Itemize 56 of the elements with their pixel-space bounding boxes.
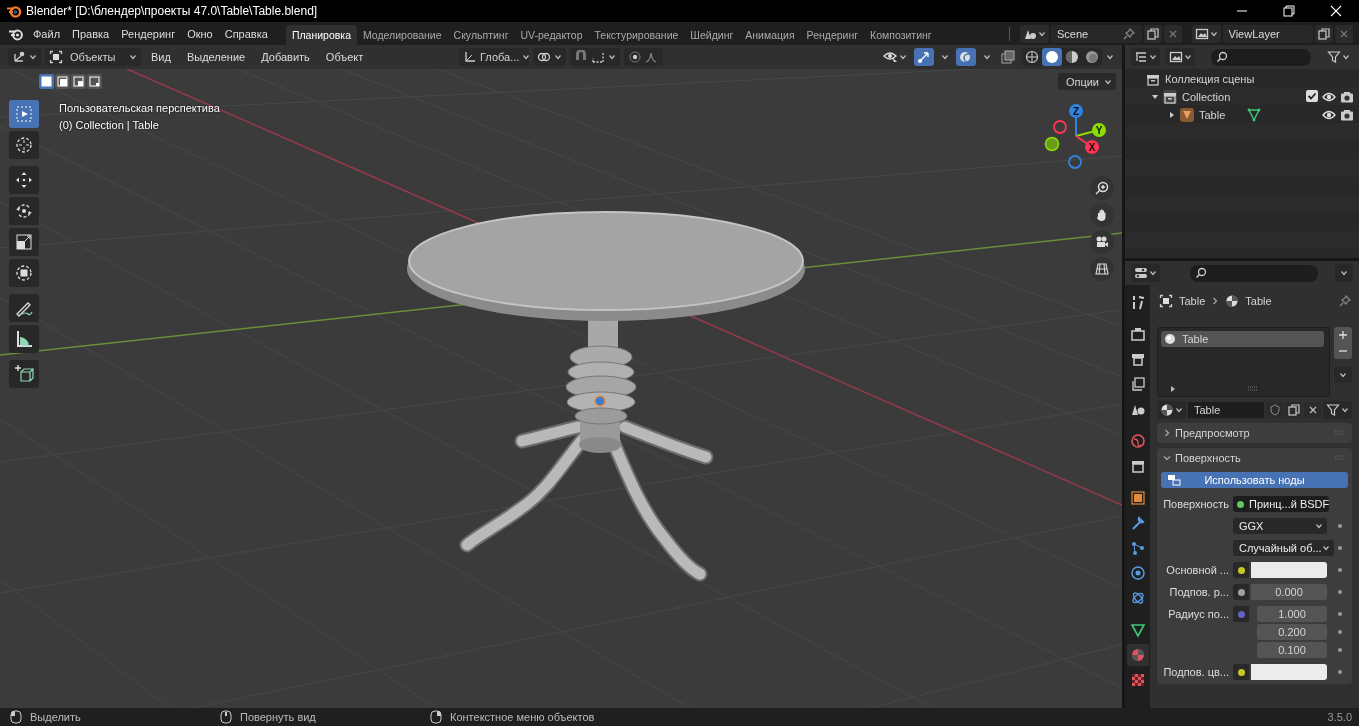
scene-field[interactable]: Scene (1051, 24, 1142, 43)
status-hint: Контекстное меню объектов (450, 711, 595, 723)
workspace-tab[interactable]: Анимация (739, 25, 801, 45)
property-label: Радиус по... (1167, 607, 1229, 622)
workspace-tab[interactable]: Скульптинг (447, 25, 515, 45)
view-name: Пользовательская перспектива (59, 101, 220, 116)
axis-label: Y (1095, 124, 1103, 136)
number-field[interactable]: 0.200 (1257, 624, 1327, 640)
menu-item[interactable]: Рендеринг (115, 23, 182, 44)
material-slot[interactable]: Table (1161, 331, 1324, 347)
tree-item[interactable]: Коллекция сцены (1165, 73, 1255, 85)
workspace-tab[interactable]: UV-редактор (514, 25, 589, 45)
tree-item[interactable]: Collection (1182, 91, 1231, 103)
window-title: Blender* [D:\блендер\проекты 47.0\Table\Table.blend] (26, 4, 318, 18)
dropdown[interactable]: GGX (1233, 518, 1327, 534)
navigation-gizmo[interactable]: Z Y X (1036, 96, 1116, 176)
breadcrumb-item[interactable]: Table (1179, 295, 1206, 307)
context-info: (0) Collection | Table (59, 118, 160, 133)
property-label: Подпов. р... (1168, 585, 1229, 600)
menu-item[interactable]: Справка (218, 23, 274, 44)
status-hint: Повернуть вид (240, 711, 316, 723)
material-name-field[interactable]: Table (1188, 402, 1265, 418)
workspace-tab[interactable]: Моделирование (357, 25, 448, 45)
axis-label: Z (1072, 105, 1080, 117)
options-dropdown[interactable]: Опции (1057, 73, 1116, 90)
number-field[interactable]: 1.000 (1257, 606, 1327, 622)
number-field[interactable]: 0.100 (1257, 642, 1327, 658)
workspace-tab[interactable]: Рендеринг (800, 25, 865, 45)
panel-header[interactable]: Поверхность (1157, 448, 1352, 468)
menu-item[interactable]: Файл (27, 23, 67, 44)
header-menu[interactable]: Добавить (255, 48, 316, 66)
workspace-tab[interactable]: Текстурирование (588, 25, 685, 45)
workspace-tab[interactable]: Шейдинг (684, 25, 740, 45)
menu-item[interactable]: Окно (181, 23, 219, 44)
workspace-tab[interactable]: Планировка (285, 25, 357, 45)
workspace-tab[interactable]: Композитинг (864, 25, 938, 45)
header-menu[interactable]: Объект (319, 48, 370, 66)
orientation-dropdown[interactable]: Глоба... (459, 48, 529, 66)
header-menu[interactable]: Выделение (180, 48, 252, 66)
use-nodes-button[interactable]: Использовать ноды (1161, 472, 1348, 488)
dropdown[interactable]: Случайный об... (1233, 540, 1334, 556)
version-label: 3.5.0 (1327, 711, 1353, 723)
number-field[interactable]: 0.000 (1251, 584, 1327, 600)
property-label: Поверхность (1162, 497, 1229, 512)
property-label: Основной ... (1165, 563, 1229, 578)
status-hint: Выделить (30, 711, 81, 723)
mode-dropdown[interactable]: Объекты (45, 48, 141, 66)
view-layer-field[interactable]: ViewLayer (1222, 24, 1313, 43)
axis-label: X (1088, 141, 1096, 153)
menu-item[interactable]: Правка (66, 23, 116, 44)
header-menu[interactable]: Вид (145, 48, 177, 66)
panel-header[interactable]: Предпросмотр (1157, 423, 1352, 443)
property-label: Подпов. цв... (1162, 665, 1229, 680)
breadcrumb-item[interactable]: Table (1245, 295, 1272, 307)
shader-link-field[interactable]: Принц...й BSDF (1233, 496, 1330, 512)
tree-item[interactable]: Table (1199, 109, 1226, 121)
